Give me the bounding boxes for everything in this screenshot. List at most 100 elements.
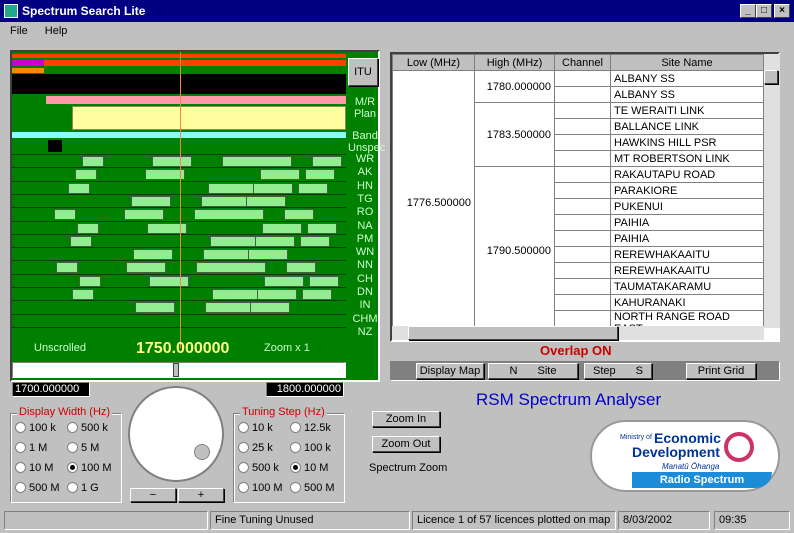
service-row[interactable] [12,260,346,274]
tuning_step-option[interactable]: 25 k [238,442,273,454]
licence-cell[interactable] [145,169,185,181]
licence-cell[interactable] [312,156,342,167]
tuning_step-option[interactable]: 10 M [290,462,328,474]
licence-cell[interactable] [133,249,173,261]
vscroll-thumb[interactable] [764,70,778,84]
tuning_step-option[interactable]: 10 k [238,422,273,434]
licence-cell[interactable] [149,275,189,287]
licence-cell[interactable] [82,156,104,167]
service-row[interactable] [12,326,346,339]
itu-band-magenta [12,60,44,66]
zoom-out-button[interactable]: Zoom Out [372,436,440,452]
col-low[interactable]: Low (MHz) [392,54,475,71]
knob-grip[interactable] [194,444,210,460]
licence-cell[interactable] [222,156,292,167]
licence-cell[interactable] [248,249,288,261]
menu-file[interactable]: File [10,25,28,37]
table-row[interactable]: 1776.500000 1780.000000 ALBANY SS [392,70,764,336]
licence-cell[interactable] [126,262,166,274]
tuning_step-option[interactable]: 500 k [238,462,279,474]
licence-cell[interactable] [255,235,295,247]
licence-cell[interactable] [302,289,332,300]
display_width-option[interactable]: 500 k [67,422,108,434]
hscroll-thumb[interactable] [408,326,618,340]
menu-help[interactable]: Help [45,25,68,37]
col-high[interactable]: High (MHz) [474,54,555,71]
licence-cell[interactable] [77,222,99,234]
tuning_step-option[interactable]: 12.5k [290,422,331,434]
display_width-option[interactable]: 1 M [15,442,47,454]
licence-cell[interactable] [305,169,335,181]
tuning-knob[interactable] [128,386,224,482]
licence-cell[interactable] [152,156,192,167]
display-map-button[interactable]: Display Map [416,363,484,379]
licence-cell[interactable] [246,195,286,207]
maximize-button[interactable]: □ [756,4,772,18]
licence-cell[interactable] [298,182,328,194]
service-row[interactable] [12,167,346,181]
grid-vscroll[interactable] [764,54,780,328]
licence-cell[interactable] [284,209,314,221]
itu-button[interactable]: ITU [348,58,378,86]
licence-cell[interactable] [253,182,293,194]
licence-cell[interactable] [131,195,171,207]
licence-cell[interactable] [54,209,76,221]
licence-cell[interactable] [260,169,300,181]
licence-cell[interactable] [147,222,187,234]
licence-cell[interactable] [194,209,264,221]
spectrum-scrollbar[interactable] [12,362,346,378]
licence-cell[interactable] [75,169,97,181]
spectrum-display[interactable]: ITU M/R Plan Band Unspec WR AK HN TG RO NA PM W… [10,50,385,382]
display_width-option[interactable]: 5 M [67,442,99,454]
service-row[interactable] [12,313,346,326]
licence-cell[interactable] [250,302,290,314]
site-nav-button[interactable]: N Site [488,363,578,379]
service-row[interactable] [12,154,346,167]
tuning_step-option[interactable]: 100 M [238,482,283,494]
service-row[interactable] [12,273,346,287]
service-row[interactable] [12,300,346,314]
licence-cell[interactable] [72,289,94,300]
licence-cell[interactable] [79,275,101,287]
licence-cell[interactable] [56,262,78,274]
licence-cell[interactable] [68,182,90,194]
licence-cell[interactable] [262,222,302,234]
col-channel[interactable]: Channel [554,54,611,71]
zoom-in-button[interactable]: Zoom In [372,411,440,427]
col-site[interactable]: Site Name [610,54,764,71]
display_width-option[interactable]: 1 G [67,482,99,494]
scroll-thumb[interactable] [173,363,179,377]
service-row[interactable] [12,287,346,300]
licence-cell[interactable] [300,235,330,247]
knob-minus-button[interactable]: − [130,488,176,502]
licence-cell[interactable] [135,302,175,314]
licence-grid[interactable]: Low (MHz) High (MHz) Channel Site Name 1… [390,52,780,342]
service-row[interactable] [12,193,346,207]
licence-cell[interactable] [70,235,92,247]
licence-cell[interactable] [307,222,337,234]
minimize-button[interactable]: _ [740,4,756,18]
licence-cell[interactable] [124,209,164,221]
close-button[interactable]: × [774,4,790,18]
service-row[interactable] [12,247,346,261]
knob-plus-button[interactable]: + [178,488,224,502]
service-row[interactable] [12,233,346,247]
licence-cell[interactable] [286,262,316,274]
service-row[interactable] [12,220,346,234]
licence-cell[interactable] [309,275,339,287]
licence-cell[interactable] [264,275,304,287]
grid-hscroll[interactable] [392,326,764,340]
radio-icon [290,482,301,493]
display_width-option[interactable]: 100 k [15,422,56,434]
service-row[interactable] [12,180,346,194]
licence-cell[interactable] [196,262,266,274]
step-nav-button[interactable]: Step S [584,363,652,379]
display_width-option[interactable]: 500 M [15,482,60,494]
tuning_step-option[interactable]: 500 M [290,482,335,494]
display_width-option[interactable]: 100 M [67,462,112,474]
display_width-option[interactable]: 10 M [15,462,53,474]
tuning_step-option[interactable]: 100 k [290,442,331,454]
licence-cell[interactable] [257,289,297,300]
print-grid-button[interactable]: Print Grid [686,363,756,379]
service-row[interactable] [12,207,346,221]
